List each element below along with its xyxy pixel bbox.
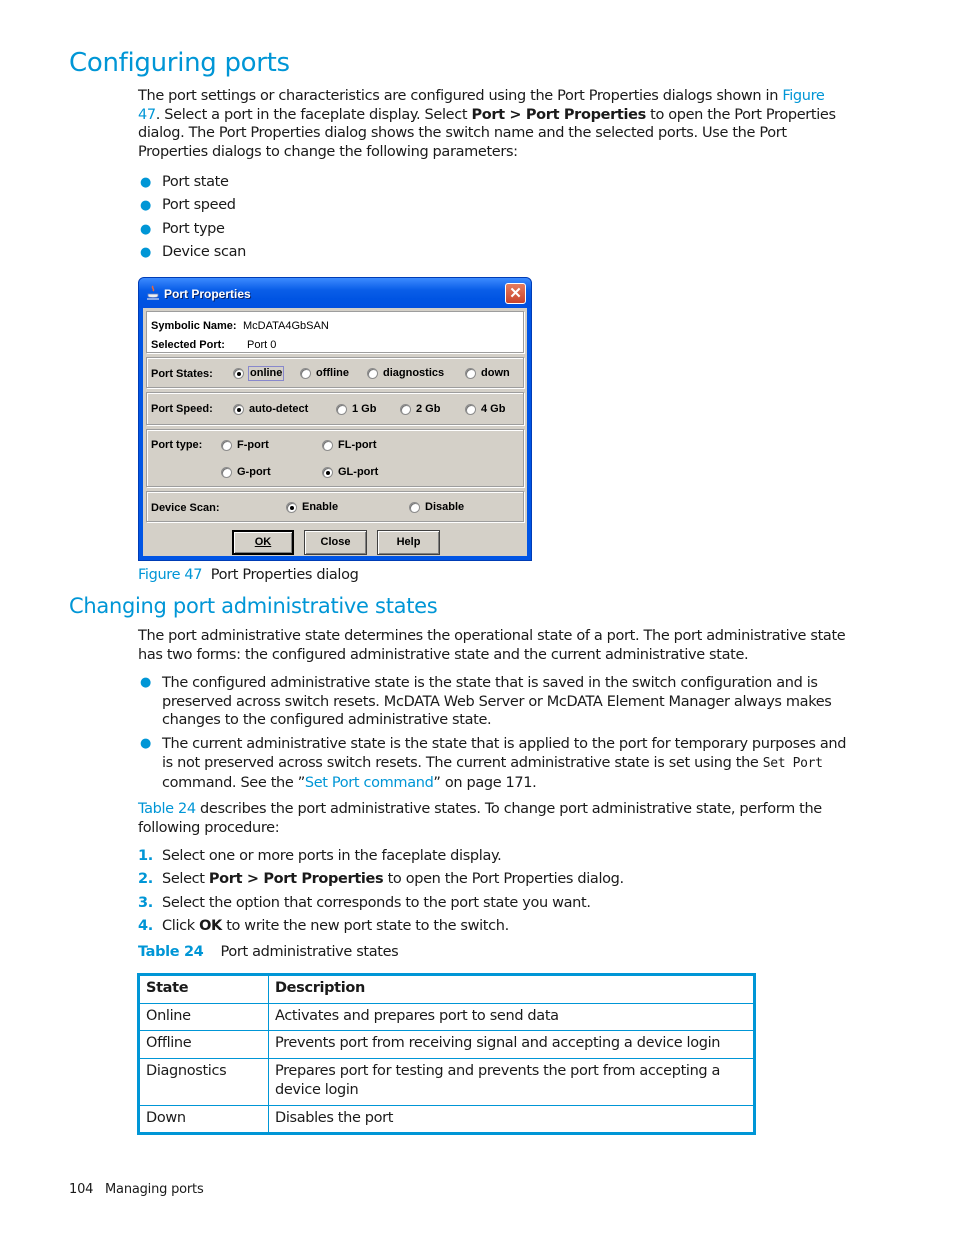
radio-fl-port[interactable]: FL-port: [322, 439, 376, 452]
list-item: ● Port type: [138, 218, 850, 241]
list-item: ● Port state: [138, 171, 850, 194]
radio-disable[interactable]: Disable: [409, 501, 464, 514]
radio-enable[interactable]: Enable: [286, 501, 338, 514]
bullet-icon: ●: [140, 736, 151, 752]
state-forms-list: ● The configured administrative state is …: [138, 674, 850, 792]
section-heading: Changing port administrative states: [69, 594, 438, 618]
column-header: State: [138, 974, 269, 1004]
procedure-steps: 1. Select one or more ports in the facepl…: [138, 847, 624, 940]
port-speed-group: Port Speed: auto-detect 1 Gb 2 Gb 4 Gb: [146, 392, 524, 425]
device-scan-group: Device Scan: Enable Disable: [146, 491, 524, 522]
port-states-group: Port States: online offline diagnostics …: [146, 357, 524, 388]
page-number: 104: [69, 1182, 94, 1197]
page-heading: Configuring ports: [69, 48, 290, 78]
port-states-table: State Description Online Activates and p…: [137, 973, 756, 1136]
figure-label: Figure 47: [138, 567, 203, 583]
java-icon: [147, 285, 159, 300]
dialog-title: Port Properties: [164, 287, 251, 301]
radio-1gb[interactable]: 1 Gb: [336, 403, 376, 416]
bullet-icon: ●: [140, 175, 151, 190]
switch-info-panel: Symbolic Name: McDATA4GbSAN Selected Por…: [146, 311, 524, 353]
list-item: ● The current administrative state is the…: [140, 736, 847, 791]
table-label: Table 24: [138, 944, 204, 960]
radio-online[interactable]: online: [233, 366, 285, 381]
table-row: Offline Prevents port from receiving sig…: [138, 1030, 755, 1060]
section2-intro: The port administrative state determines…: [138, 628, 846, 663]
radio-down[interactable]: down: [465, 367, 510, 380]
intro-paragraph: The port settings or characteristics are…: [138, 88, 836, 161]
bullet-icon: ●: [140, 221, 151, 237]
table-24-link[interactable]: Table 24: [138, 801, 196, 817]
table-row: Online Activates and prepares port to se…: [138, 1002, 755, 1032]
symbolic-name-value: McDATA4GbSAN: [243, 320, 329, 332]
step-item: 2. Select Port > Port Properties to open …: [138, 871, 624, 888]
ok-button[interactable]: OK: [232, 530, 294, 555]
port-type-group: Port type: F-port FL-port G-port GL-port: [146, 429, 524, 487]
code-set-port: Set Port: [762, 755, 823, 771]
step-item: 1. Select one or more ports in the facepl…: [138, 848, 502, 864]
set-port-command-link[interactable]: Set Port command: [305, 775, 434, 791]
figure-caption: Figure 47 Port Properties dialog: [138, 567, 359, 583]
bullet-icon: ●: [140, 198, 151, 214]
table-caption: Table 24 Port administrative states: [138, 944, 399, 960]
footer-section: Managing ports: [105, 1182, 204, 1197]
dialog-body: Symbolic Name: McDATA4GbSAN Selected Por…: [143, 308, 527, 556]
radio-auto-detect[interactable]: auto-detect: [233, 403, 308, 416]
table-header-row: State Description: [138, 974, 755, 1004]
radio-offline[interactable]: offline: [300, 367, 349, 380]
dialog-titlebar[interactable]: Port Properties ✕: [139, 278, 531, 308]
radio-gl-port[interactable]: GL-port: [322, 466, 378, 479]
radio-g-port[interactable]: G-port: [221, 466, 271, 479]
table-row: Down Disables the port: [138, 1104, 755, 1135]
bullet-icon: ●: [140, 245, 151, 261]
page-footer: 104 Managing ports: [69, 1180, 204, 1199]
port-properties-dialog: Port Properties ✕ Symbolic Name: McDATA4…: [138, 277, 532, 561]
radio-f-port[interactable]: F-port: [221, 439, 269, 452]
parameter-list: ● Port state ● Port speed ● Port type ● Devi…: [138, 171, 850, 265]
step-item: 4. Click OK to write the new port state t…: [138, 917, 509, 934]
column-header: Description: [268, 974, 755, 1004]
step-item: 3. Select the option that corresponds to …: [138, 894, 591, 911]
radio-2gb[interactable]: 2 Gb: [400, 403, 440, 416]
selected-port-value: Port 0: [247, 339, 277, 351]
bullet-icon: ●: [140, 675, 151, 690]
list-item: ● Device scan: [138, 241, 850, 264]
radio-diagnostics[interactable]: diagnostics: [367, 367, 444, 380]
list-item: ● The configured administrative state is …: [140, 675, 832, 729]
close-icon[interactable]: ✕: [505, 283, 526, 304]
table-row: Diagnostics Prepares port for testing an…: [138, 1058, 755, 1106]
close-button[interactable]: Close: [304, 530, 367, 555]
help-button[interactable]: Help: [377, 530, 440, 555]
radio-4gb[interactable]: 4 Gb: [465, 403, 505, 416]
list-item: ● Port speed: [138, 194, 850, 217]
table-reference-paragraph: Table 24 describes the port administrati…: [138, 801, 822, 836]
